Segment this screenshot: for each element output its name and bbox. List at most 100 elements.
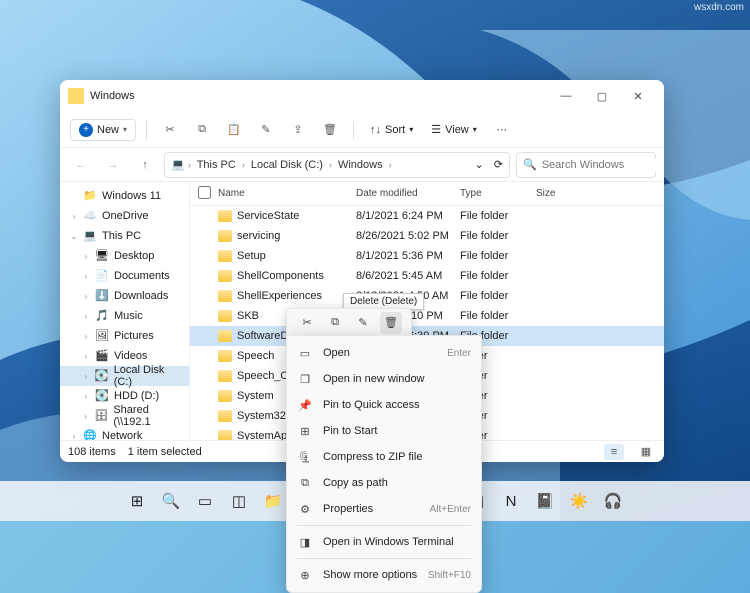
minimize-button[interactable]: ― — [548, 82, 584, 110]
column-name[interactable]: Name — [218, 188, 356, 199]
more-icon: ⊕ — [297, 567, 313, 583]
share-button[interactable]: ⇪ — [285, 117, 311, 143]
dropdown-icon[interactable]: ⌄ — [474, 158, 483, 171]
selection-count: 1 item selected — [128, 446, 202, 458]
taskbar-widgets-icon[interactable]: ◫ — [225, 487, 253, 515]
taskbar-spotify-icon[interactable]: 🎧 — [599, 487, 627, 515]
rename-button[interactable]: ✎ — [253, 117, 279, 143]
taskbar-search-icon[interactable]: 🔍 — [157, 487, 185, 515]
column-type[interactable]: Type — [460, 188, 536, 199]
menu-item-label: Show more options — [323, 569, 418, 581]
back-button[interactable]: ← — [68, 152, 94, 178]
file-type: File folder — [460, 270, 536, 282]
forward-button[interactable]: → — [100, 152, 126, 178]
file-name: Speech — [237, 350, 274, 362]
sidebar-item-pictures[interactable]: ›🖼Pictures — [60, 326, 189, 346]
sidebar-item-this-pc[interactable]: ⌄💻This PC — [60, 226, 189, 246]
search-input[interactable] — [542, 159, 664, 171]
sidebar-item-label: Videos — [114, 350, 147, 362]
sidebar-item-downloads[interactable]: ›⬇️Downloads — [60, 286, 189, 306]
file-row[interactable]: ShellExperiences8/13/2021 4:50 AMFile fo… — [190, 286, 664, 306]
up-button[interactable]: ↑ — [132, 152, 158, 178]
ctx-cut-icon[interactable]: ✂ — [296, 312, 318, 334]
file-row[interactable]: SKB8/1/2021 5:10 PMFile folder — [190, 306, 664, 326]
ctx-rename-icon[interactable]: ✎ — [352, 312, 374, 334]
sort-button[interactable]: ↑↓ Sort ▾ — [364, 121, 419, 139]
cut-button[interactable]: ✂ — [157, 117, 183, 143]
folder-icon — [218, 210, 232, 222]
taskbar-start-icon[interactable]: ⊞ — [123, 487, 151, 515]
search-box[interactable]: 🔍 — [516, 152, 656, 178]
sidebar-item-music[interactable]: ›🎵Music — [60, 306, 189, 326]
sidebar-item-windows-11[interactable]: 📁Windows 11 — [60, 186, 189, 206]
more-button[interactable]: ⋯ — [489, 117, 515, 143]
close-button[interactable]: ✕ — [620, 82, 656, 110]
column-headers[interactable]: Name Date modified Type Size — [190, 182, 664, 206]
tiles-view-button[interactable]: ▦ — [636, 444, 656, 460]
menu-item-label: Pin to Quick access — [323, 399, 461, 411]
details-view-button[interactable]: ≡ — [604, 444, 624, 460]
menu-item-open-in-new-window[interactable]: ❐Open in new window — [287, 366, 481, 392]
folder-icon — [218, 230, 232, 242]
sidebar-item-documents[interactable]: ›📄Documents — [60, 266, 189, 286]
taskbar-onenote-icon[interactable]: 📓 — [531, 487, 559, 515]
menu-item-pin-to-start[interactable]: ⊞Pin to Start — [287, 418, 481, 444]
copy-button[interactable]: ⧉ — [189, 117, 215, 143]
sidebar-item-hdd-d-[interactable]: ›💽HDD (D:) — [60, 386, 189, 406]
view-button[interactable]: ☰ View ▾ — [425, 120, 483, 139]
ctx-copy-icon[interactable]: ⧉ — [324, 312, 346, 334]
breadcrumb-seg[interactable]: Windows — [335, 158, 386, 172]
breadcrumb-seg[interactable]: Local Disk (C:) — [248, 158, 326, 172]
ctx-delete-icon[interactable]: 🗑 — [380, 312, 402, 334]
chevron-down-icon: ▾ — [123, 125, 127, 134]
folder-icon — [218, 390, 232, 402]
file-row[interactable]: Setup8/1/2021 5:36 PMFile folder — [190, 246, 664, 266]
sidebar-item-local-disk-c-[interactable]: ›💽Local Disk (C:) — [60, 366, 189, 386]
menu-item-open[interactable]: ▭OpenEnter — [287, 340, 481, 366]
music-icon: 🎵 — [95, 309, 109, 323]
sidebar-item-onedrive[interactable]: ›☁️OneDrive — [60, 206, 189, 226]
menu-item-show-more-options[interactable]: ⊕Show more optionsShift+F10 — [287, 562, 481, 588]
sidebar-item-label: Windows 11 — [102, 190, 161, 202]
breadcrumb-seg[interactable]: This PC — [194, 158, 239, 172]
file-name: servicing — [237, 230, 280, 242]
menu-item-pin-to-quick-access[interactable]: 📌Pin to Quick access — [287, 392, 481, 418]
new-button[interactable]: + New ▾ — [70, 119, 136, 141]
paste-button[interactable]: 📋 — [221, 117, 247, 143]
disk-icon: 💽 — [95, 389, 109, 403]
sidebar-item-label: Local Disk (C:) — [114, 364, 183, 388]
sidebar-item-shared-192-1[interactable]: ›🗄Shared (\\192.1 — [60, 406, 189, 426]
file-row[interactable]: ShellComponents8/6/2021 5:45 AMFile fold… — [190, 266, 664, 286]
pc-icon: 💻 — [83, 229, 97, 243]
taskbar-taskview-icon[interactable]: ▭ — [191, 487, 219, 515]
breadcrumb[interactable]: 💻 › This PC › Local Disk (C:) › Windows … — [164, 152, 510, 178]
titlebar[interactable]: Windows ― ▢ ✕ — [60, 80, 664, 112]
search-icon: 🔍 — [523, 158, 537, 171]
menu-item-open-in-windows-terminal[interactable]: ◨Open in Windows Terminal — [287, 529, 481, 555]
folder-icon — [218, 330, 232, 342]
file-name: Setup — [237, 250, 266, 262]
taskbar-explorer-icon[interactable]: 📁 — [259, 487, 287, 515]
sidebar-item-desktop[interactable]: ›🖥Desktop — [60, 246, 189, 266]
column-size[interactable]: Size — [536, 188, 586, 199]
sidebar-item-network[interactable]: ›🌐Network — [60, 426, 189, 440]
chevron-icon: › — [82, 352, 90, 361]
file-row[interactable]: ServiceState8/1/2021 6:24 PMFile folder — [190, 206, 664, 226]
file-date: 8/6/2021 5:45 AM — [356, 270, 460, 282]
refresh-button[interactable]: ⟳ — [494, 158, 503, 171]
maximize-button[interactable]: ▢ — [584, 82, 620, 110]
menu-item-compress-to-zip-file[interactable]: 🗜Compress to ZIP file — [287, 444, 481, 470]
zip-icon: 🗜 — [297, 449, 313, 465]
column-date[interactable]: Date modified — [356, 188, 460, 199]
file-row[interactable]: servicing8/26/2021 5:02 PMFile folder — [190, 226, 664, 246]
taskbar-notion-icon[interactable]: N — [497, 487, 525, 515]
select-all-checkbox[interactable] — [198, 186, 211, 199]
folder-icon — [218, 410, 232, 422]
chevron-icon: › — [82, 312, 90, 321]
menu-item-copy-as-path[interactable]: ⧉Copy as path — [287, 470, 481, 496]
delete-button[interactable]: 🗑 — [317, 117, 343, 143]
taskbar-weather-icon[interactable]: ☀️ — [565, 487, 593, 515]
sidebar-item-videos[interactable]: ›🎬Videos — [60, 346, 189, 366]
sidebar-item-label: Network — [102, 430, 142, 440]
menu-item-properties[interactable]: ⚙PropertiesAlt+Enter — [287, 496, 481, 522]
